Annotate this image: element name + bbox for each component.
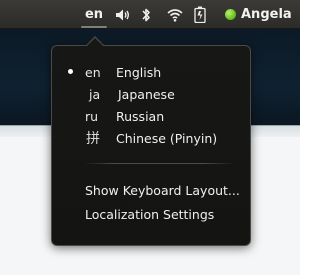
menu-item-english[interactable]: en English (52, 61, 250, 83)
language-label: Japanese (118, 86, 175, 102)
presence-status-icon (225, 9, 236, 20)
menu-pointer-fill (87, 38, 103, 46)
menu-item-russian[interactable]: ru Russian (52, 105, 250, 127)
language-code: en (85, 64, 101, 80)
pinyin-input-icon: 拼 (86, 131, 100, 147)
top-panel: en Angela (0, 0, 300, 29)
language-code: ja (89, 86, 101, 102)
selected-radio-indicator (68, 69, 73, 74)
menu-separator (84, 163, 234, 164)
language-label: English (116, 64, 162, 80)
keyboard-layout-indicator[interactable]: en (78, 0, 110, 29)
bluetooth-icon[interactable] (136, 0, 156, 29)
volume-icon[interactable] (112, 0, 134, 29)
menu-item-localization-settings[interactable]: Localization Settings (52, 203, 250, 225)
language-label: Russian (116, 108, 165, 124)
menu-item-show-keyboard-layout[interactable]: Show Keyboard Layout... (52, 179, 250, 201)
battery-icon[interactable] (190, 0, 210, 29)
wifi-icon[interactable] (164, 0, 186, 29)
action-label: Show Keyboard Layout... (85, 182, 240, 198)
language-code: ru (85, 108, 99, 124)
action-label: Localization Settings (85, 206, 215, 222)
menu-item-chinese-pinyin[interactable]: 拼 Chinese (Pinyin) (52, 127, 250, 149)
keyboard-layout-label: en (84, 7, 104, 22)
language-label: Chinese (Pinyin) (116, 130, 218, 146)
user-name: Angela (241, 7, 292, 22)
keyboard-layout-menu: en English ja Japanese ru Russian 拼 Chin… (51, 45, 251, 246)
menu-item-japanese[interactable]: ja Japanese (52, 83, 250, 105)
user-menu[interactable]: Angela (220, 0, 300, 29)
